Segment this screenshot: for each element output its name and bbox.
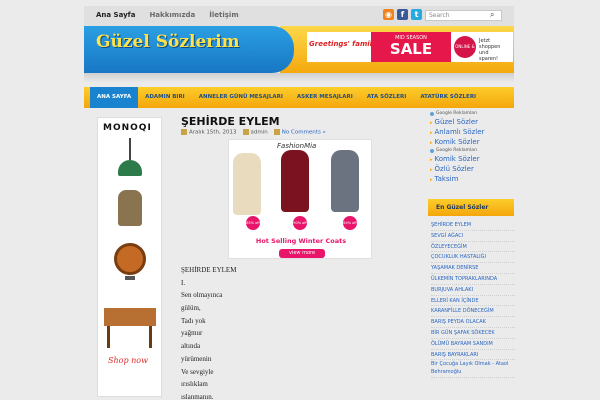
discount-badge: 64% off xyxy=(343,216,357,230)
post-author-text: admin xyxy=(250,129,268,136)
left-sidebar-ad[interactable]: MONOQI Shop now xyxy=(97,117,162,397)
discount-badge: 85% off xyxy=(246,216,260,230)
coat-image xyxy=(281,150,309,212)
main-navbar: ANA SAYFA ADAMIN BIRI ANNELER GÜNÜ MESAJ… xyxy=(84,87,514,108)
widget-title: En Güzel Sözler xyxy=(428,199,514,216)
widget-item[interactable]: YAŞAMAK DENİRSE xyxy=(431,263,515,274)
sidebar-link[interactable]: Komik Sözler xyxy=(428,137,514,147)
coat-image xyxy=(233,153,261,215)
topnav-about[interactable]: Hakkımızda xyxy=(149,11,195,19)
widget-item[interactable]: ÖZLEYECEĞİM xyxy=(431,242,515,253)
rss-icon[interactable]: ◉ xyxy=(383,9,394,20)
google-ads-label: Google Reklamları xyxy=(428,147,514,154)
view-more-button[interactable]: view more xyxy=(279,249,325,258)
desk-leg xyxy=(149,326,152,348)
poem-line: altında xyxy=(181,342,201,351)
ad-right-text: Jetzt shoppen und sparen! xyxy=(479,38,501,62)
facebook-icon[interactable]: f xyxy=(397,9,408,20)
ad-sale-text: SALE xyxy=(389,40,433,58)
poem-line: Tadı yok xyxy=(181,316,206,325)
poem-line: yağmur xyxy=(181,329,203,338)
ad-sale-block: MID SEASON SALE xyxy=(371,32,451,62)
coat-image xyxy=(331,150,359,212)
post-date: Aralık 15th, 2013 xyxy=(181,129,237,136)
lamp-product-image xyxy=(118,160,142,176)
sidebar-link[interactable]: Güzel Sözler xyxy=(428,117,514,127)
widget-item[interactable]: BARIŞ BAYRAKLARI xyxy=(431,350,515,361)
backpack-product-image xyxy=(118,190,142,226)
widget-item[interactable]: ÖLÜMÜ BAYRAM SANDIM xyxy=(431,339,515,350)
social-icons: ◉ f t xyxy=(383,9,422,20)
widget-item[interactable]: ÜLKEMİN TOPRAKLARINDA xyxy=(431,274,515,285)
header-ad-banner[interactable]: Greetings' family MID SEASON SALE ONLINE… xyxy=(307,32,513,62)
post-title[interactable]: ŞEHİRDE EYLEM xyxy=(181,115,280,128)
calendar-icon xyxy=(181,129,187,135)
monoqi-logo: MONOQI xyxy=(103,123,152,133)
poem-line: Ve sevgiyle xyxy=(181,367,214,376)
widget-item[interactable]: ELLERİ KAN İÇİNDE xyxy=(431,296,515,307)
widget-item[interactable]: Bir Çocuğa Layık Olmak - Ataol Behramoğl… xyxy=(431,360,515,379)
widget-item[interactable]: BURJUVA AHLAKI xyxy=(431,285,515,296)
lamp-cord xyxy=(129,138,131,160)
user-icon xyxy=(242,129,249,135)
post-date-text: Aralık 15th, 2013 xyxy=(189,129,237,136)
nav-item-adamin-biri[interactable]: ADAMIN BIRI xyxy=(138,87,192,108)
ad-headline: Hot Selling Winter Coats xyxy=(255,237,347,245)
poem-line: ıslanmanın. xyxy=(181,392,214,400)
site-logo[interactable]: Güzel Sözlerim xyxy=(96,32,240,52)
widget-item[interactable]: BİR GÜN ŞAFAK SÖKECEK xyxy=(431,328,515,339)
discount-badge: 90% off xyxy=(293,216,307,230)
post-comments[interactable]: No Comments » xyxy=(273,129,326,136)
sidebar-link[interactable]: Anlamlı Sözler xyxy=(428,127,514,137)
topnav-home[interactable]: Ana Sayfa xyxy=(96,11,135,19)
post-comments-link[interactable]: No Comments » xyxy=(282,130,326,136)
comment-icon xyxy=(273,129,280,135)
widget-item[interactable]: KARANFİLLE DÖNECEĞİM xyxy=(431,306,515,318)
widget-item[interactable]: ÇOCUKLUK HASTALIĞI xyxy=(431,252,515,264)
ad-brand: Greetings' family xyxy=(309,40,377,48)
nav-item-ata-sozleri[interactable]: ATA SÖZLERI xyxy=(360,87,414,108)
nav-item-anneler-gunu[interactable]: ANNELER GÜNÜ MESAJLARI xyxy=(192,87,290,108)
poem-line: Sen olmayınca xyxy=(181,291,223,300)
post-meta: Aralık 15th, 2013 admin No Comments » xyxy=(181,129,326,136)
google-ads-label: Google Reklamları xyxy=(428,110,514,117)
content-ad[interactable]: FashionMia 85% off 90% off 64% off Hot S… xyxy=(228,139,372,259)
poem-line: I. xyxy=(181,278,186,287)
post-body: ŞEHİRDE EYLEM I. Sen olmayınca gülüm, Ta… xyxy=(181,264,236,400)
sidebar-link[interactable]: Özlü Sözler xyxy=(428,164,514,174)
nav-item-asker-mesajlari[interactable]: ASKER MESAJLARI xyxy=(290,87,360,108)
widget-item[interactable]: ŞEHİRDE EYLEM xyxy=(431,220,515,231)
desk-leg xyxy=(107,326,110,348)
sidebar-ad-links: Google Reklamları Güzel Sözler Anlamlı S… xyxy=(428,110,514,184)
fashionmia-logo: FashionMia xyxy=(277,142,317,150)
header-shadow xyxy=(84,73,514,83)
sidebar-link[interactable]: Komik Sözler xyxy=(428,154,514,164)
top-navigation: Ana Sayfa Hakkımızda İletişim xyxy=(96,11,239,19)
poem-line: yürümenin xyxy=(181,354,212,363)
shop-now-link[interactable]: Shop now xyxy=(108,356,148,365)
fan-base xyxy=(125,276,135,280)
widget-item[interactable]: BARIŞ PEYDA OLACAK xyxy=(431,317,515,328)
search-icon[interactable]: ⌕ xyxy=(490,10,494,20)
poem-line: ırıslıklam xyxy=(181,380,208,389)
nav-item-ataturk-sozleri[interactable]: ATATÜRK SÖZLERI xyxy=(413,87,483,108)
ad-badge: ONLINE & IN STORES xyxy=(454,36,476,58)
poem-line: gülüm, xyxy=(181,304,201,313)
fan-product-image xyxy=(114,243,146,275)
twitter-icon[interactable]: t xyxy=(411,9,422,20)
nav-item-home[interactable]: ANA SAYFA xyxy=(90,87,139,108)
poem-line: ŞEHİRDE EYLEM xyxy=(181,266,237,274)
post-author: admin xyxy=(242,129,268,136)
topnav-contact[interactable]: İletişim xyxy=(209,11,238,19)
desk-product-image xyxy=(104,308,156,326)
sidebar-link[interactable]: Taksim xyxy=(428,174,514,184)
widget-list: ŞEHİRDE EYLEM SEVGİ AĞACI ÖZLEYECEĞİM ÇO… xyxy=(431,220,515,379)
widget-item[interactable]: SEVGİ AĞACI xyxy=(431,231,515,242)
